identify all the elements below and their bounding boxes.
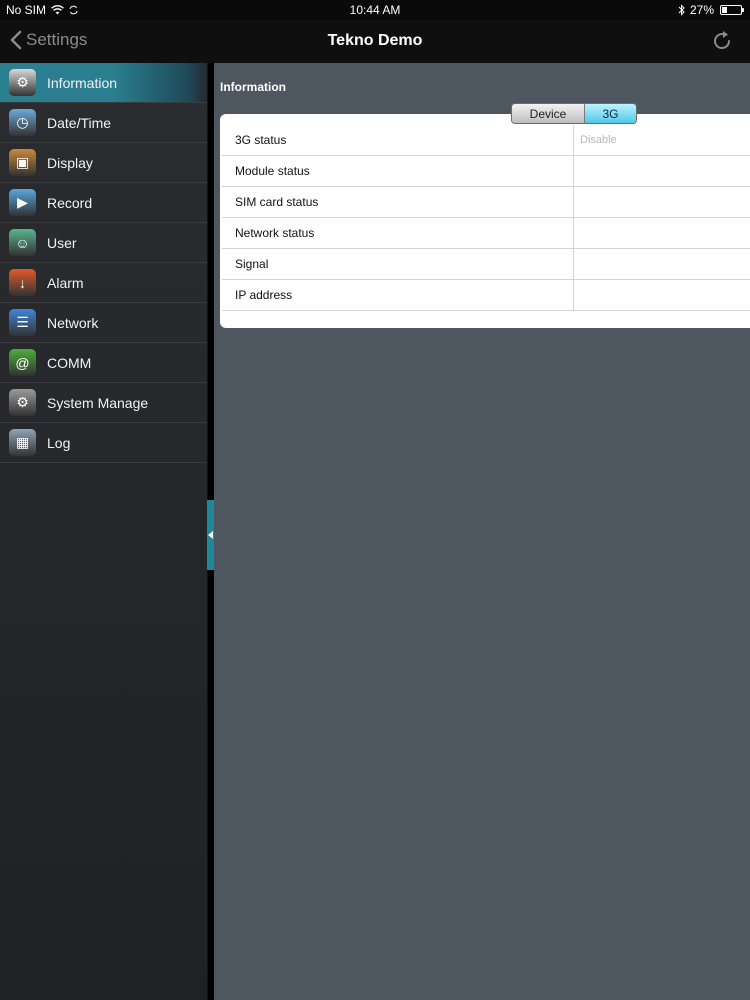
segmented-control: Device 3G [511, 103, 637, 124]
sidebar-item-label: Network [47, 314, 99, 331]
row-value [574, 249, 750, 279]
row-label: IP address [222, 280, 574, 310]
table-row: Module status [222, 156, 750, 187]
at-icon: @ [9, 349, 36, 376]
record-icon: ▶ [9, 189, 36, 216]
sidebar-item-label: COMM [47, 354, 92, 371]
row-label: Network status [222, 218, 574, 248]
battery-icon [720, 5, 744, 15]
table-row: SIM card status [222, 187, 750, 218]
sidebar-item-alarm[interactable]: ↓ Alarm [0, 263, 207, 303]
row-label: 3G status [222, 125, 574, 155]
sidebar-item-label: Display [47, 154, 93, 171]
info-panel: 3G status Disable Module status SIM card… [220, 114, 750, 328]
status-bar: No SIM 10:44 AM 27% [0, 0, 750, 20]
row-label: Module status [222, 156, 574, 186]
sidebar-item-information[interactable]: ⚙ Information [0, 63, 207, 103]
sidebar-item-label: Date/Time [47, 114, 112, 131]
sidebar-item-label: Log [47, 434, 71, 451]
calendar-icon: ▦ [9, 429, 36, 456]
sidebar-item-label: Information [47, 74, 118, 91]
table-row: IP address [222, 280, 750, 311]
row-label: Signal [222, 249, 574, 279]
bluetooth-icon [678, 4, 685, 16]
sidebar-item-system-manage[interactable]: ⚙ System Manage [0, 383, 207, 423]
table-row: Network status [222, 218, 750, 249]
sidebar-item-record[interactable]: ▶ Record [0, 183, 207, 223]
battery-fill [722, 7, 727, 13]
row-value [574, 218, 750, 248]
info-table: 3G status Disable Module status SIM card… [222, 125, 750, 311]
table-row: Signal [222, 249, 750, 280]
sidebar-item-label: Alarm [47, 274, 84, 291]
sidebar-item-date-time[interactable]: ◷ Date/Time [0, 103, 207, 143]
sidebar-item-user[interactable]: ☺ User [0, 223, 207, 263]
main-content: Information Device 3G 3G status Disable … [214, 63, 750, 1000]
page-title: Tekno Demo [327, 32, 423, 49]
battery-percent: 27% [689, 3, 714, 17]
network-icon: ☰ [9, 309, 36, 336]
navigation-bar: Settings Tekno Demo [0, 20, 750, 63]
row-value [574, 156, 750, 186]
sidebar-item-label: User [47, 234, 77, 251]
sidebar-item-label: System Manage [47, 394, 149, 411]
segment-device[interactable]: Device [512, 104, 585, 123]
row-value: Disable [580, 134, 617, 146]
section-title: Information [220, 80, 286, 94]
status-bar-right: 27% [678, 3, 744, 17]
monitor-icon: ▣ [9, 149, 36, 176]
clock-icon: ◷ [9, 109, 36, 136]
status-time: 10:44 AM [349, 3, 401, 17]
user-icon: ☺ [9, 229, 36, 256]
sidebar-item-display[interactable]: ▣ Display [0, 143, 207, 183]
row-label: SIM card status [222, 187, 574, 217]
sidebar-item-comm[interactable]: @ COMM [0, 343, 207, 383]
alarm-icon: ↓ [9, 269, 36, 296]
sidebar-item-log[interactable]: ▦ Log [0, 423, 207, 463]
row-value [574, 280, 750, 310]
gear-icon: ⚙ [9, 69, 36, 96]
sidebar: ⚙ Information ◷ Date/Time ▣ Display ▶ Record ☺ Us… [0, 63, 208, 1000]
sidebar-item-network[interactable]: ☰ Network [0, 303, 207, 343]
gears-icon: ⚙ [9, 389, 36, 416]
refresh-icon[interactable] [710, 29, 734, 53]
table-row: 3G status Disable [222, 125, 750, 156]
sidebar-item-label: Record [47, 194, 93, 211]
row-value [574, 187, 750, 217]
segment-3g[interactable]: 3G [585, 104, 636, 123]
sidebar-collapse-handle[interactable] [207, 500, 214, 570]
